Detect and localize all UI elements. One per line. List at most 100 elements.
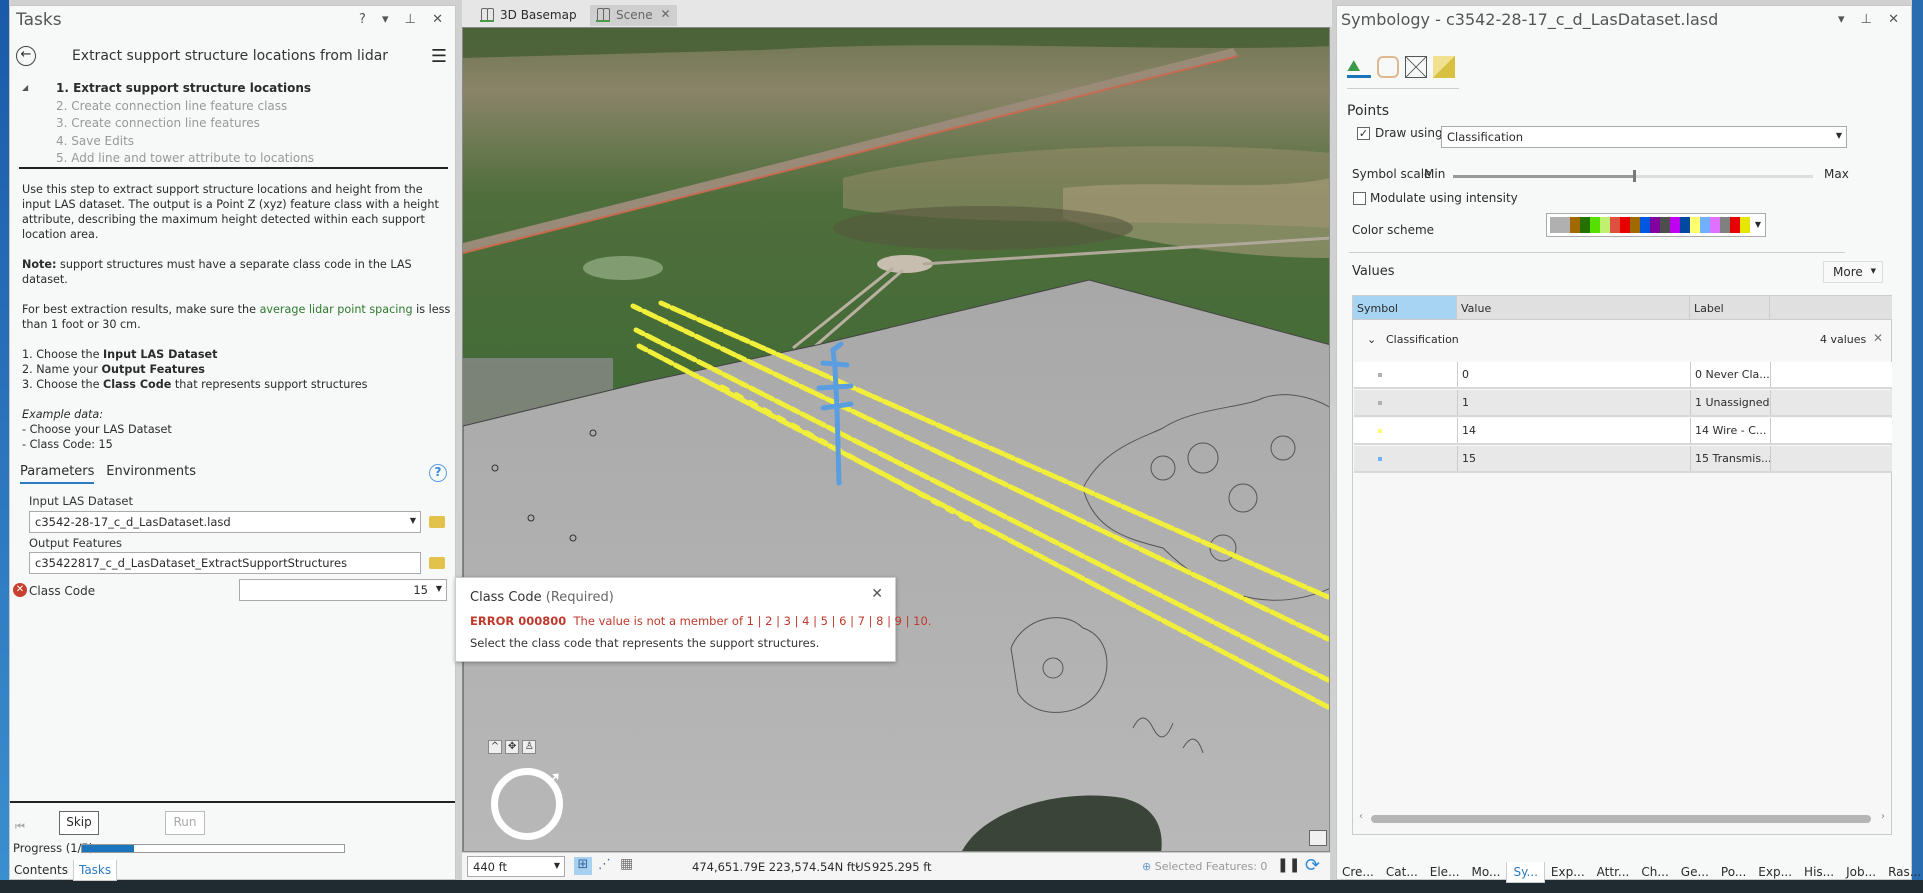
tab-3d-basemap[interactable]: 3D Basemap (474, 5, 583, 26)
selected-features-label[interactable]: ⊕ Selected Features: 0 (1142, 860, 1267, 873)
point-spacing-link[interactable]: average lidar point spacing (260, 303, 413, 316)
table-row[interactable]: 0 0 Never Cla... (1354, 362, 1892, 389)
label-cell[interactable]: 1 Unassigned (1691, 390, 1771, 415)
pause-icon[interactable]: ❚❚ (1277, 857, 1300, 873)
instruction: 3. Choose the (22, 378, 104, 391)
scale-select[interactable]: 440 ft ▼ (467, 856, 565, 877)
walk-icon[interactable]: ♙ (522, 740, 537, 754)
label-cell[interactable]: 0 Never Cla... (1691, 362, 1771, 387)
draw-using-checkbox[interactable]: ✓ (1357, 127, 1370, 140)
tab-tasks[interactable]: Tasks (72, 860, 118, 881)
dock-tab[interactable]: Ge... (1675, 862, 1715, 883)
symbol-scale-slider[interactable] (1453, 170, 1813, 182)
scroll-left-icon[interactable]: ‹ (1359, 811, 1363, 822)
column-label[interactable]: Label (1690, 296, 1770, 319)
value-cell[interactable]: 15 (1458, 446, 1691, 471)
error-icon[interactable]: ✕ (13, 583, 27, 597)
tab-edges-icon[interactable] (1405, 56, 1427, 78)
symbol-cell[interactable] (1354, 418, 1458, 443)
column-value[interactable]: Value (1457, 296, 1690, 319)
skip-button[interactable]: Skip (59, 811, 99, 835)
symbol-cell[interactable] (1354, 446, 1458, 471)
example-item: - Choose your LAS Dataset (22, 423, 172, 436)
back-arrow-icon[interactable]: ← (16, 46, 36, 66)
dock-tab[interactable]: Job... (1840, 862, 1882, 883)
symbol-cell[interactable] (1354, 362, 1458, 387)
previous-step-icon[interactable]: ⏮ (15, 820, 25, 834)
table-header: Symbol Value Label (1353, 296, 1892, 320)
dock-tab[interactable]: Cat... (1380, 862, 1424, 883)
symbol-cell[interactable] (1354, 390, 1458, 415)
more-button[interactable]: More ▼ (1823, 261, 1883, 283)
close-icon[interactable]: ✕ (661, 7, 671, 21)
color-scheme-select[interactable]: ▼ (1546, 213, 1766, 237)
folder-icon[interactable] (429, 516, 445, 528)
scene-view[interactable]: ^ ✥ ♙ ➚ (462, 27, 1330, 852)
hamburger-menu-icon[interactable]: ☰ (431, 46, 447, 67)
class-code-select[interactable]: 15 ▼ (239, 579, 447, 601)
remove-group-icon[interactable]: ✕ (1873, 331, 1883, 345)
slider-thumb[interactable] (1633, 170, 1636, 182)
modulate-checkbox[interactable] (1353, 192, 1366, 205)
attribution-icon[interactable] (1309, 830, 1327, 846)
task-step[interactable]: 4. Save Edits (20, 134, 440, 152)
task-step[interactable]: 1. Extract support structure locations (20, 81, 440, 99)
dock-tab[interactable]: Ele... (1424, 862, 1466, 883)
grid-icon[interactable]: ▦ (620, 856, 633, 872)
tab-surface-icon[interactable] (1433, 56, 1455, 78)
chevron-down-icon: ▼ (1754, 220, 1761, 229)
dock-tab[interactable]: Ch... (1635, 862, 1674, 883)
tab-contents[interactable]: Contents (9, 860, 73, 880)
dock-tab[interactable]: Cre... (1336, 862, 1380, 883)
table-row[interactable]: 14 14 Wire - C... (1354, 418, 1892, 445)
pane-window-buttons[interactable]: ? ▾ ⊥ ✕ (359, 12, 449, 27)
chevron-up-icon[interactable]: ^ (488, 740, 502, 754)
horizontal-scrollbar[interactable]: ‹ › (1357, 811, 1887, 827)
task-step[interactable]: 2. Create connection line feature class (20, 99, 440, 117)
dock-tab[interactable]: Mo... (1466, 862, 1507, 883)
full-extent-icon[interactable]: ✥ (505, 740, 520, 754)
folder-icon[interactable] (429, 557, 445, 569)
table-row[interactable]: 1 1 Unassigned (1354, 390, 1892, 417)
color-swatch (1690, 217, 1700, 233)
help-icon[interactable]: ? (429, 464, 447, 482)
label-cell[interactable]: 14 Wire - C... (1691, 418, 1771, 443)
pane-window-buttons[interactable]: ▾ ⊥ ✕ (1838, 12, 1905, 27)
dock-tab[interactable]: Sy... (1506, 862, 1545, 883)
task-step[interactable]: 5. Add line and tower attribute to locat… (20, 151, 440, 169)
input-las-dataset-select[interactable]: c3542-28-17_c_d_LasDataset.lasd ▼ (29, 511, 421, 533)
dock-tab[interactable]: Po... (1715, 862, 1752, 883)
dock-tab[interactable]: Exp... (1752, 862, 1798, 883)
refresh-icon[interactable]: ⟳ (1305, 855, 1320, 876)
snapping-icon[interactable]: ⊞ (574, 857, 592, 875)
output-features-input[interactable]: c35422817_c_d_LasDataset_ExtractSupportS… (29, 552, 421, 574)
label-cell[interactable]: 15 Transmis... (1691, 446, 1771, 471)
value-cell[interactable]: 14 (1458, 418, 1691, 443)
scrollbar-thumb[interactable] (1371, 815, 1871, 823)
run-button[interactable]: Run (165, 811, 205, 835)
dock-tab[interactable]: His... (1798, 862, 1840, 883)
tab-contours-icon[interactable] (1377, 56, 1399, 78)
value-cell[interactable]: 0 (1458, 362, 1691, 387)
chevron-down-icon[interactable]: ⌄ (853, 858, 862, 871)
point-symbol-icon (1378, 373, 1382, 377)
group-chevron-icon[interactable]: ⌄ (1367, 333, 1376, 346)
draw-using-select[interactable]: Classification ▼ (1441, 126, 1847, 148)
tab-scene[interactable]: Scene ✕ (590, 5, 677, 26)
scroll-right-icon[interactable]: › (1881, 811, 1885, 822)
grid-snapping-icon[interactable]: ⋰ (598, 857, 611, 872)
value-cell[interactable]: 1 (1458, 390, 1691, 415)
tab-parameters[interactable]: Parameters (20, 464, 95, 484)
tab-environments[interactable]: Environments (106, 464, 196, 482)
dock-tab[interactable]: Exp... (1545, 862, 1591, 883)
scene-canvas[interactable] (463, 28, 1330, 852)
tab-points-icon[interactable]: ⛰ (1347, 56, 1371, 78)
task-step[interactable]: 3. Create connection line features (20, 116, 440, 134)
table-row[interactable]: 15 15 Transmis... (1354, 446, 1892, 473)
dock-tab[interactable]: Attr... (1591, 862, 1636, 883)
chevron-down-icon: ▼ (553, 861, 560, 870)
more-label: More (1833, 265, 1863, 279)
column-symbol[interactable]: Symbol (1353, 296, 1457, 319)
dock-tab[interactable]: Ras... (1882, 862, 1923, 883)
close-icon[interactable]: ✕ (871, 586, 883, 602)
